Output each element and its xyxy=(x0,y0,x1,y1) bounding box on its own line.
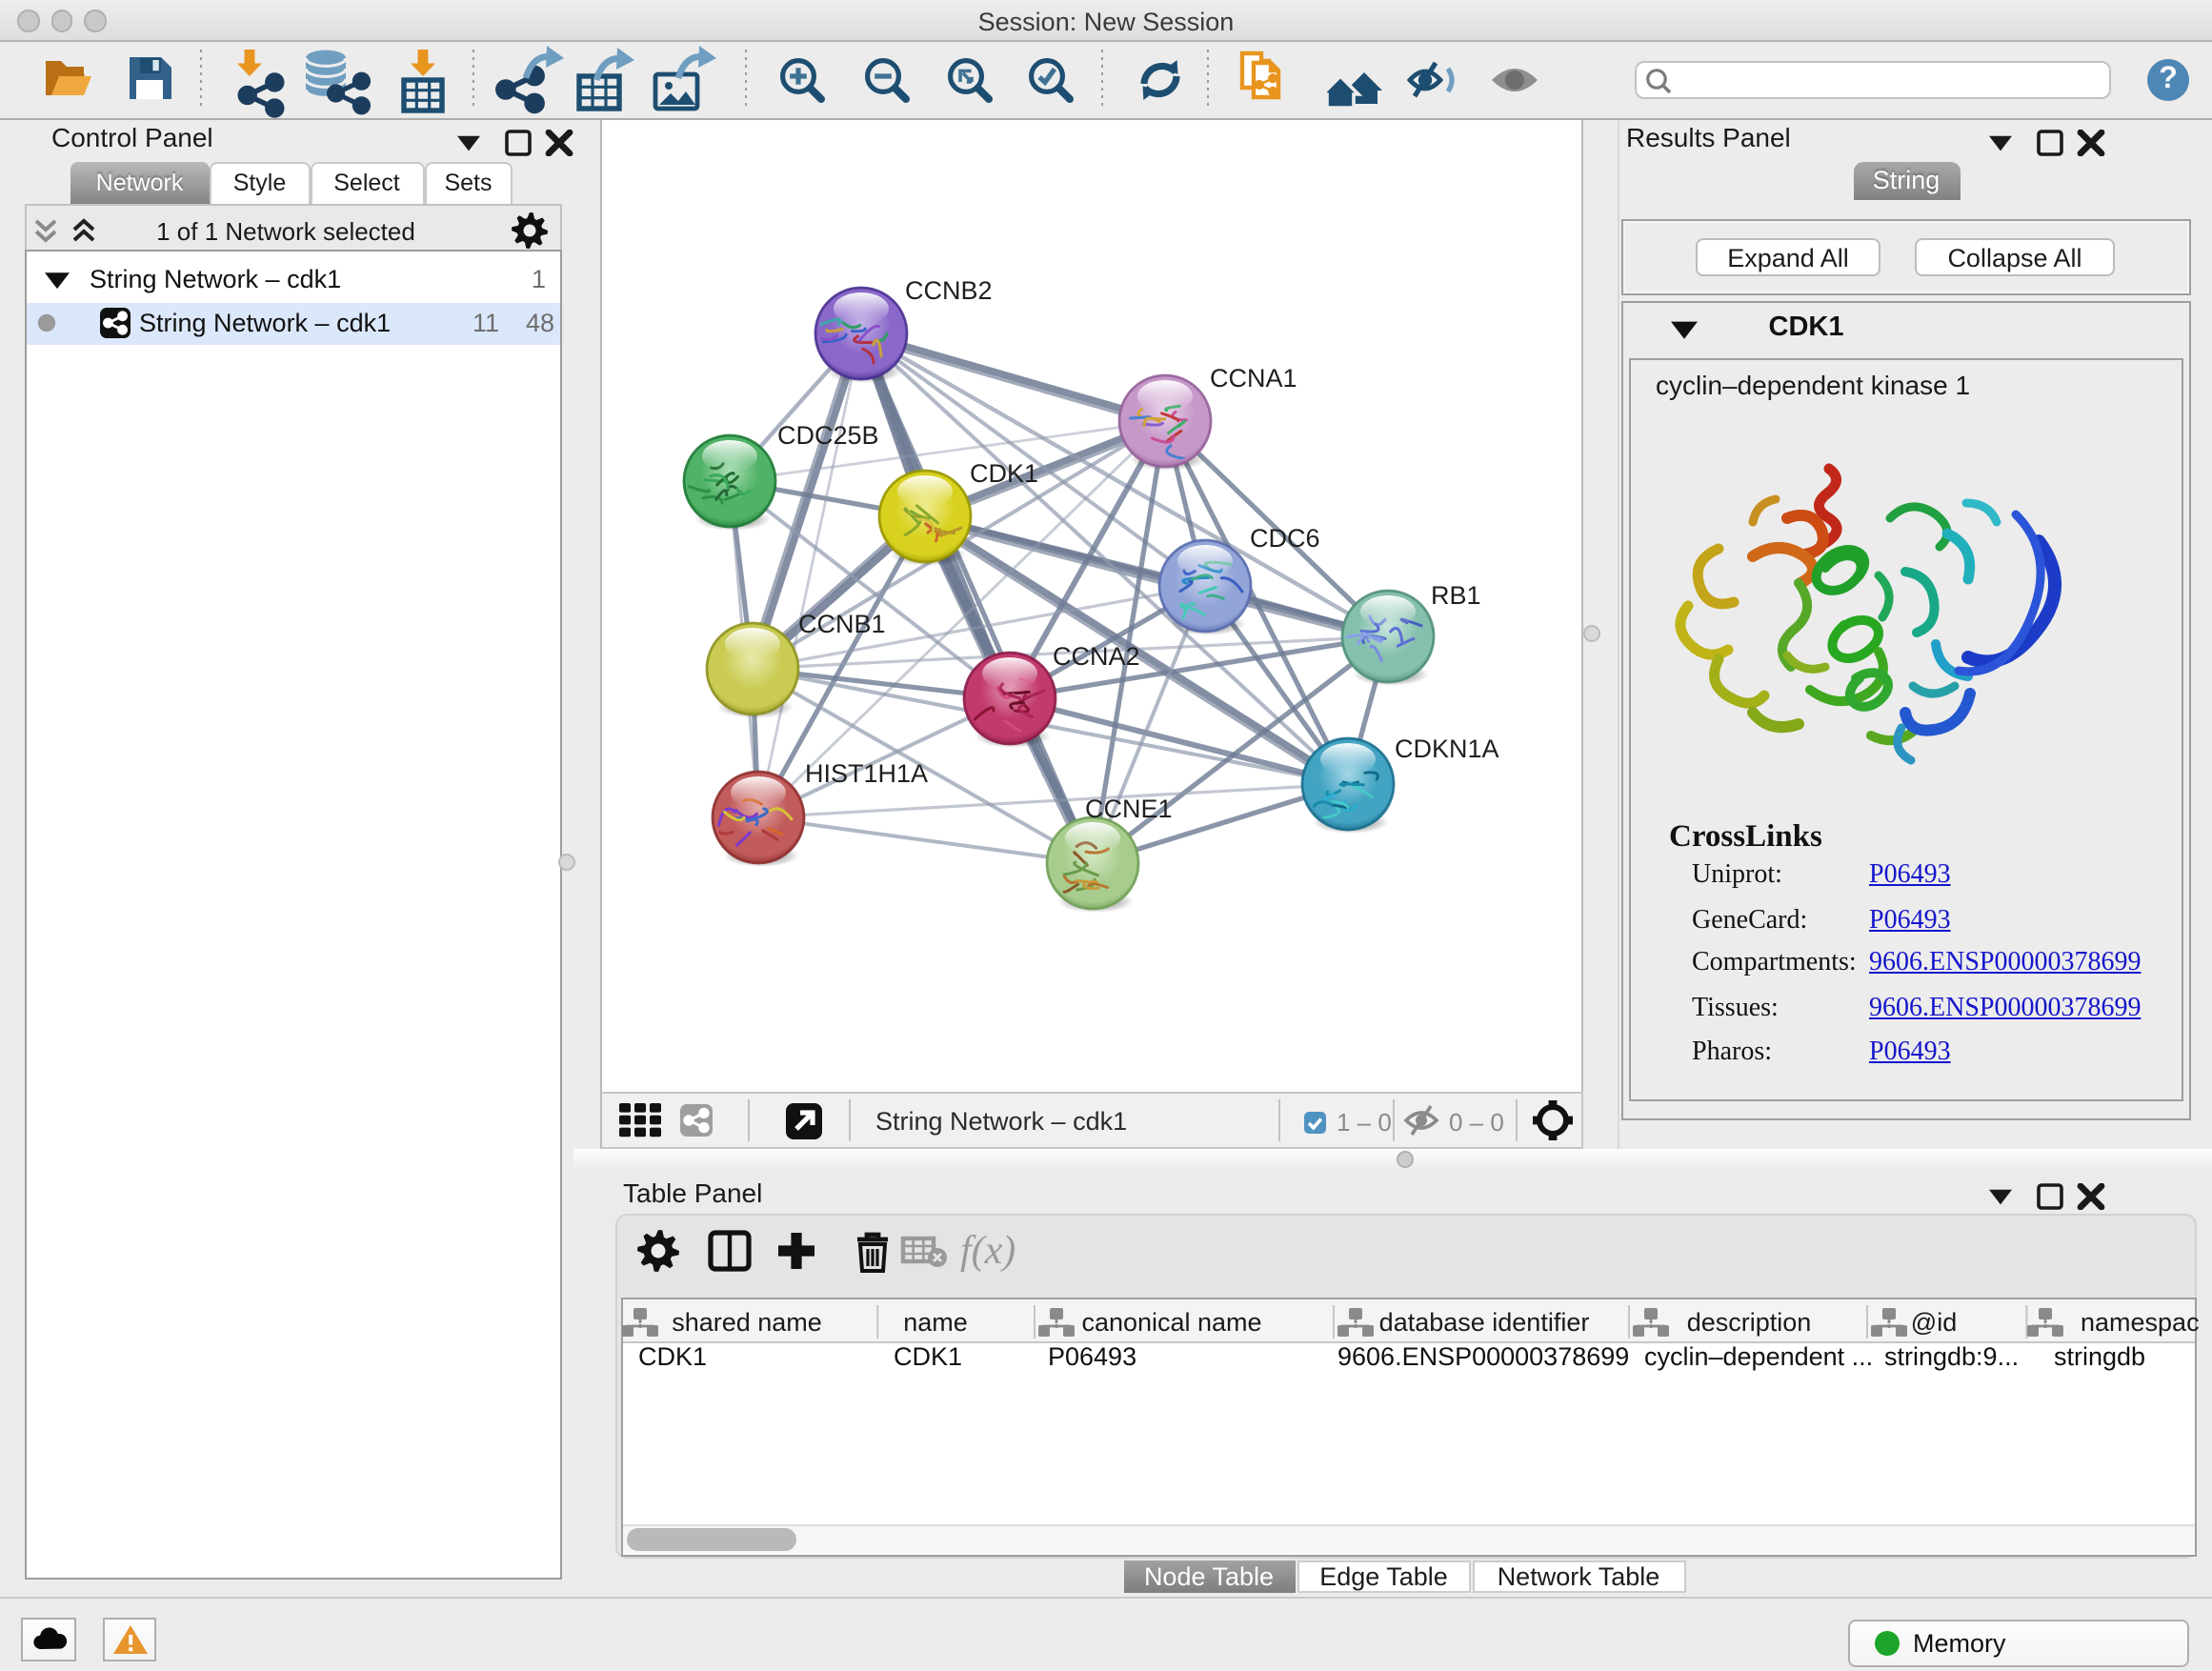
svg-text:description: description xyxy=(1687,1308,1812,1337)
svg-text:CDC25B: CDC25B xyxy=(777,420,879,449)
svg-text:canonical name: canonical name xyxy=(1081,1308,1261,1337)
svg-text:CCNB2: CCNB2 xyxy=(905,275,993,304)
svg-text:CCNA1: CCNA1 xyxy=(1210,363,1297,392)
svg-text:CCNB1: CCNB1 xyxy=(798,609,886,637)
svg-text:HIST1H1A: HIST1H1A xyxy=(805,758,928,787)
svg-text:stringdb:9...: stringdb:9... xyxy=(1884,1342,2019,1371)
svg-text:P06493: P06493 xyxy=(1048,1342,1136,1371)
svg-text:CDK1: CDK1 xyxy=(638,1342,707,1371)
svg-text:9606.ENSP00000378699: 9606.ENSP00000378699 xyxy=(1337,1342,1629,1371)
svg-text:CDKN1A: CDKN1A xyxy=(1395,734,1499,762)
svg-text:database identifier: database identifier xyxy=(1379,1308,1590,1337)
svg-text:CCNA2: CCNA2 xyxy=(1053,641,1140,670)
svg-text:cyclin–dependent ...: cyclin–dependent ... xyxy=(1644,1342,1873,1371)
svg-text:RB1: RB1 xyxy=(1431,580,1481,609)
svg-text:CDK1: CDK1 xyxy=(894,1342,962,1371)
svg-text:name: name xyxy=(903,1308,968,1337)
svg-text:CDC6: CDC6 xyxy=(1250,523,1320,552)
svg-text:stringdb: stringdb xyxy=(2054,1342,2145,1371)
svg-text:CDK1: CDK1 xyxy=(970,458,1038,487)
svg-text:1 – 0: 1 – 0 xyxy=(1337,1108,1392,1137)
svg-text:shared name: shared name xyxy=(672,1308,822,1337)
svg-text:@id: @id xyxy=(1911,1308,1957,1337)
svg-text:String Network – cdk1: String Network – cdk1 xyxy=(875,1107,1127,1136)
svg-text:CCNE1: CCNE1 xyxy=(1085,794,1173,822)
svg-text:namespac: namespac xyxy=(2081,1308,2200,1337)
svg-text:0 – 0: 0 – 0 xyxy=(1449,1108,1504,1137)
